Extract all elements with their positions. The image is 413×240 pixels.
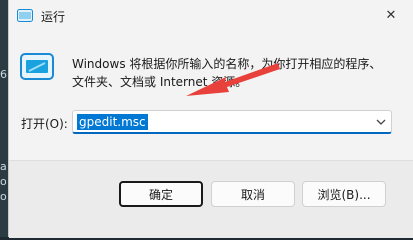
browse-button[interactable]: 浏览(B)... bbox=[302, 181, 386, 207]
background-fragment: o bbox=[0, 190, 7, 203]
ok-button[interactable]: 确定 bbox=[119, 181, 203, 207]
button-bar: 确定 取消 浏览(B)... bbox=[9, 160, 413, 238]
close-button[interactable]: ✕ bbox=[368, 0, 413, 31]
description: Windows 将根据你所输入的名称，为你打开相应的程序、 文件夹、文档或 In… bbox=[72, 55, 402, 91]
run-dialog: 运行 ✕ Windows 将根据你所输入的名称，为你打开相应的程序、 文件夹、文… bbox=[8, 0, 413, 238]
open-label: 打开(O): bbox=[21, 117, 68, 131]
chevron-down-icon[interactable] bbox=[375, 116, 387, 128]
background-fragment: 6 bbox=[0, 68, 7, 81]
title-bar[interactable]: 运行 ✕ bbox=[9, 0, 413, 31]
run-app-icon bbox=[17, 9, 33, 22]
description-line: 文件夹、文档或 Internet 资源。 bbox=[72, 75, 248, 89]
background-fragment: a bbox=[0, 160, 7, 173]
open-combobox[interactable]: gpedit.msc bbox=[72, 110, 392, 134]
run-icon bbox=[20, 53, 54, 80]
cancel-button[interactable]: 取消 bbox=[211, 181, 295, 207]
window-title: 运行 bbox=[41, 10, 66, 24]
background-fragment: o bbox=[0, 175, 7, 188]
close-icon: ✕ bbox=[385, 8, 397, 23]
description-line: Windows 将根据你所输入的名称，为你打开相应的程序、 bbox=[72, 57, 382, 71]
open-input[interactable]: gpedit.msc bbox=[77, 114, 148, 130]
